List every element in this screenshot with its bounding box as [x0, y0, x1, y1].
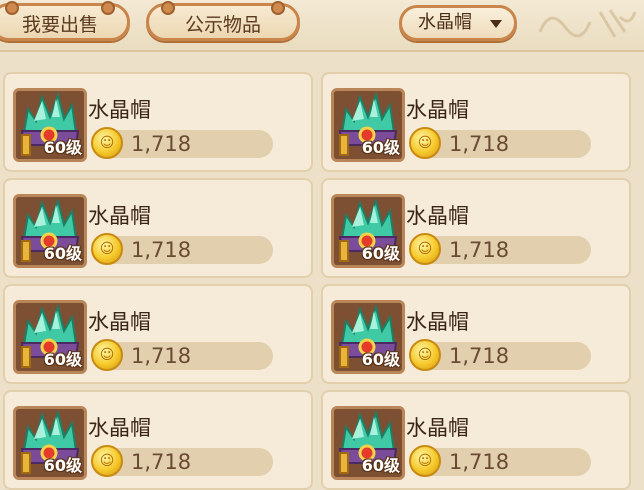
- tab-knob: [161, 1, 175, 15]
- gold-coin-icon: ☺: [91, 445, 123, 477]
- top-bar: 我要出售 公示物品 水晶帽: [0, 0, 644, 52]
- gold-coin-icon: ☺: [409, 445, 441, 477]
- item-name: 水晶帽: [406, 310, 469, 334]
- gold-coin-icon: ☺: [409, 233, 441, 265]
- item-level-badge: 60级: [43, 350, 82, 369]
- gold-coin-icon: ☺: [91, 339, 123, 371]
- item-icon-frame: 60级: [331, 88, 405, 162]
- item-price: 1,718: [131, 132, 192, 156]
- gold-coin-icon: ☺: [91, 127, 123, 159]
- item-level-badge: 60级: [43, 456, 82, 475]
- gold-coin-icon: ☺: [409, 339, 441, 371]
- item-price: 1,718: [449, 238, 510, 262]
- item-level-badge: 60级: [361, 244, 400, 263]
- gold-coin-icon: ☺: [409, 127, 441, 159]
- listing-card[interactable]: 60级 水晶帽 ☺ 1,718: [3, 284, 313, 384]
- tab-public-items[interactable]: 公示物品: [146, 1, 300, 41]
- item-name: 水晶帽: [88, 310, 151, 334]
- item-icon-frame: 60级: [13, 194, 87, 268]
- item-name: 水晶帽: [88, 98, 151, 122]
- tab-sell-label: 我要出售: [21, 14, 98, 36]
- item-icon-frame: 60级: [331, 300, 405, 374]
- listing-card[interactable]: 60级 水晶帽 ☺ 1,718: [321, 284, 631, 384]
- listing-card[interactable]: 60级 水晶帽 ☺ 1,718: [321, 178, 631, 278]
- chevron-down-icon: [490, 20, 502, 28]
- item-name: 水晶帽: [406, 416, 469, 440]
- dropdown-selected-label: 水晶帽: [418, 12, 472, 33]
- tab-knob: [5, 1, 19, 15]
- item-name: 水晶帽: [88, 416, 151, 440]
- item-icon-frame: 60级: [13, 88, 87, 162]
- listing-card[interactable]: 60级 水晶帽 ☺ 1,718: [3, 178, 313, 278]
- ornament-icon: [538, 9, 637, 38]
- item-price: 1,718: [449, 132, 510, 156]
- item-level-badge: 60级: [43, 244, 82, 263]
- item-price: 1,718: [449, 450, 510, 474]
- listing-card[interactable]: 60级 水晶帽 ☺ 1,718: [3, 72, 313, 172]
- item-filter-dropdown[interactable]: 水晶帽: [399, 5, 517, 41]
- listing-card[interactable]: 60级 水晶帽 ☺ 1,718: [321, 72, 631, 172]
- item-price: 1,718: [449, 344, 510, 368]
- item-icon-frame: 60级: [13, 406, 87, 480]
- item-name: 水晶帽: [406, 98, 469, 122]
- item-icon-frame: 60级: [13, 300, 87, 374]
- item-price: 1,718: [131, 344, 192, 368]
- listing-card[interactable]: 60级 水晶帽 ☺ 1,718: [321, 390, 631, 490]
- item-level-badge: 60级: [361, 350, 400, 369]
- item-name: 水晶帽: [88, 204, 151, 228]
- tab-sell[interactable]: 我要出售: [0, 1, 130, 41]
- item-icon-frame: 60级: [331, 194, 405, 268]
- item-name: 水晶帽: [406, 204, 469, 228]
- item-icon-frame: 60级: [331, 406, 405, 480]
- listing-card[interactable]: 60级 水晶帽 ☺ 1,718: [3, 390, 313, 490]
- tab-public-label: 公示物品: [184, 14, 261, 36]
- gold-coin-icon: ☺: [91, 233, 123, 265]
- tab-knob: [101, 1, 115, 15]
- decorative-pattern: [530, 2, 640, 42]
- item-level-badge: 60级: [43, 138, 82, 157]
- item-level-badge: 60级: [361, 456, 400, 475]
- item-level-badge: 60级: [361, 138, 400, 157]
- item-price: 1,718: [131, 450, 192, 474]
- tab-knob: [271, 1, 285, 15]
- item-price: 1,718: [131, 238, 192, 262]
